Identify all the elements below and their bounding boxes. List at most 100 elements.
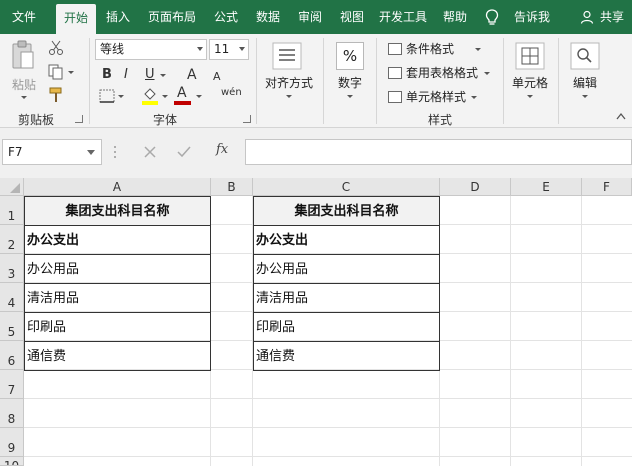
cells-button[interactable]: 单元格 — [508, 74, 552, 91]
fill-color-swatch — [142, 101, 158, 105]
border-icon[interactable] — [99, 89, 115, 103]
formula-buttons: fx — [122, 139, 242, 165]
styles-group-label: 样式 — [427, 113, 452, 127]
row-header-2[interactable]: 2 — [0, 225, 24, 254]
font-name-select[interactable]: 等线 — [95, 39, 207, 60]
column-header-f[interactable]: F — [582, 178, 632, 196]
tab-page-layout[interactable]: 页面布局 — [142, 0, 202, 34]
font-color-button[interactable]: A — [177, 85, 187, 101]
tab-data[interactable]: 数据 — [249, 0, 287, 34]
underline-button[interactable]: U — [145, 67, 155, 83]
tab-review[interactable]: 审阅 — [291, 0, 329, 34]
percent-icon[interactable]: % — [336, 42, 364, 70]
cells-icon[interactable] — [515, 42, 545, 70]
enter-check-icon[interactable] — [177, 146, 191, 158]
drag-handle-icon[interactable] — [113, 145, 117, 159]
paste-label[interactable]: 粘贴 — [8, 76, 40, 93]
tab-view[interactable]: 视图 — [333, 0, 371, 34]
formula-input[interactable] — [245, 139, 632, 165]
table-c-row[interactable]: 通信费 — [254, 342, 440, 371]
column-header-d[interactable]: D — [440, 178, 511, 196]
row-header-5[interactable]: 5 — [0, 312, 24, 341]
table-a-row[interactable]: 清洁用品 — [25, 284, 211, 313]
row-header-6[interactable]: 6 — [0, 341, 24, 370]
format-painter-icon[interactable] — [48, 87, 64, 103]
row-header-9[interactable]: 9 — [0, 428, 24, 457]
format-as-table-label: 套用表格格式 — [406, 66, 479, 80]
chevron-down-icon[interactable] — [471, 96, 477, 99]
table-c-row[interactable]: 印刷品 — [254, 313, 440, 342]
alignment-icon[interactable] — [272, 42, 302, 70]
tab-home[interactable]: 开始 — [56, 4, 96, 34]
font-launcher-icon[interactable] — [243, 115, 251, 123]
person-icon[interactable] — [580, 10, 594, 24]
row-header-8[interactable]: 8 — [0, 399, 24, 428]
conditional-formatting-button[interactable]: 条件格式 — [386, 40, 454, 58]
copy-dropdown-icon[interactable] — [68, 71, 74, 74]
fill-color-dropdown-icon[interactable] — [162, 95, 168, 98]
conditional-formatting-icon — [388, 43, 402, 55]
name-box[interactable]: F7 — [2, 139, 102, 165]
select-all-corner[interactable] — [0, 178, 24, 196]
editing-dropdown-icon[interactable] — [582, 95, 588, 98]
font-size-select[interactable]: 11 — [209, 39, 249, 60]
font-color-dropdown-icon[interactable] — [196, 95, 202, 98]
table-c-header[interactable]: 集团支出科目名称 — [254, 197, 440, 226]
table-c-row[interactable]: 办公用品 — [254, 255, 440, 284]
border-dropdown-icon[interactable] — [118, 95, 124, 98]
number-dropdown-icon[interactable] — [347, 95, 353, 98]
lightbulb-icon[interactable] — [485, 9, 499, 26]
decrease-font-button[interactable]: A — [213, 69, 221, 85]
table-c-row[interactable]: 清洁用品 — [254, 284, 440, 313]
row-header-3[interactable]: 3 — [0, 254, 24, 283]
column-header-b[interactable]: B — [211, 178, 253, 196]
table-a-row[interactable]: 办公支出 — [25, 226, 211, 255]
column-header-e[interactable]: E — [511, 178, 582, 196]
format-as-table-button[interactable]: 套用表格格式 — [386, 64, 478, 82]
bold-button[interactable]: B — [102, 67, 112, 83]
table-a-header[interactable]: 集团支出科目名称 — [25, 197, 211, 226]
tab-developer[interactable]: 开发工具 — [374, 0, 432, 34]
row-header-4[interactable]: 4 — [0, 283, 24, 312]
italic-button[interactable]: I — [124, 67, 128, 83]
tell-me-search[interactable]: 告诉我 — [508, 0, 556, 34]
number-format-button[interactable]: 数字 — [330, 74, 370, 91]
paste-dropdown-icon[interactable] — [21, 96, 27, 99]
row-header-7[interactable]: 7 — [0, 370, 24, 399]
editing-search-icon[interactable] — [570, 42, 600, 70]
cell-styles-button[interactable]: 单元格样式 — [386, 88, 466, 106]
table-a-row[interactable]: 办公用品 — [25, 255, 211, 284]
share-button[interactable]: 共享 — [597, 0, 627, 34]
table-a-row[interactable]: 通信费 — [25, 342, 211, 371]
cells-dropdown-icon[interactable] — [527, 95, 533, 98]
copy-icon[interactable] — [48, 64, 64, 80]
alignment-dropdown-icon[interactable] — [286, 95, 292, 98]
row-header-10[interactable]: 10 — [0, 457, 24, 466]
tab-help[interactable]: 帮助 — [436, 0, 474, 34]
table-a-row[interactable]: 印刷品 — [25, 313, 211, 342]
conditional-formatting-label: 条件格式 — [406, 42, 455, 56]
chevron-down-icon — [197, 47, 203, 51]
column-header-c[interactable]: C — [253, 178, 440, 196]
increase-font-button[interactable]: A — [187, 67, 197, 83]
underline-dropdown-icon[interactable] — [160, 74, 166, 77]
paste-icon[interactable] — [10, 40, 36, 72]
row-header-1[interactable]: 1 — [0, 196, 24, 225]
cut-icon[interactable] — [48, 40, 64, 56]
table-c-row[interactable]: 办公支出 — [254, 226, 440, 255]
phonetic-guide-button[interactable]: wén — [221, 85, 242, 101]
editing-button[interactable]: 编辑 — [566, 74, 604, 91]
chevron-down-icon[interactable] — [484, 72, 490, 75]
chevron-down-icon[interactable] — [475, 48, 481, 51]
insert-function-button[interactable]: fx — [216, 142, 228, 157]
tab-insert[interactable]: 插入 — [99, 0, 137, 34]
alignment-button[interactable]: 对齐方式 — [260, 74, 318, 91]
column-header-a[interactable]: A — [24, 178, 211, 196]
tab-file[interactable]: 文件 — [4, 0, 44, 34]
fill-color-icon[interactable] — [141, 86, 159, 105]
clipboard-launcher-icon[interactable] — [75, 115, 83, 123]
cell-styles-label: 单元格样式 — [406, 90, 467, 104]
tab-formulas[interactable]: 公式 — [207, 0, 245, 34]
collapse-ribbon-icon[interactable] — [616, 112, 626, 120]
cancel-icon[interactable] — [144, 146, 156, 158]
